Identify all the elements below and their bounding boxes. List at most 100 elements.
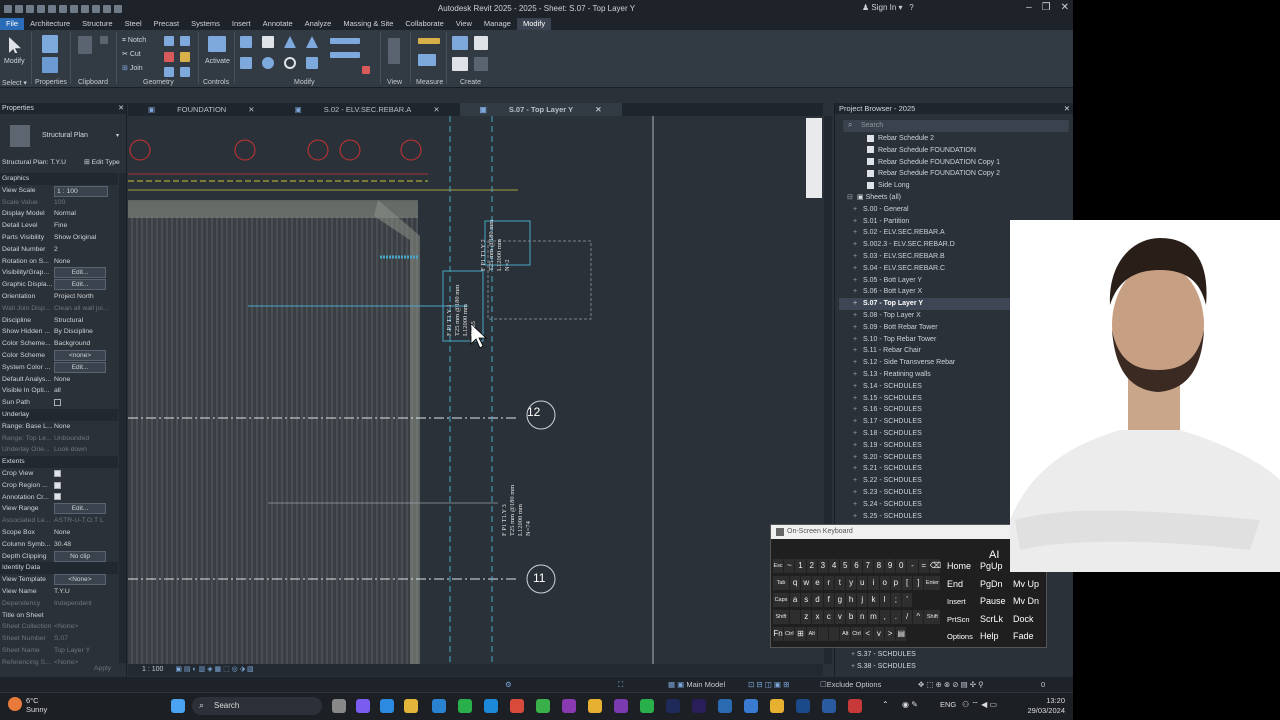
tab-precast[interactable]: Precast — [148, 18, 185, 30]
expand-icon[interactable]: + — [853, 216, 863, 228]
key[interactable]: PgUp — [980, 559, 1003, 574]
restore-icon[interactable]: ❐ — [1042, 2, 1051, 13]
key[interactable]: m — [868, 610, 879, 624]
key[interactable]: - — [907, 559, 918, 573]
property-row[interactable]: Display Model Normal — [0, 208, 118, 220]
view-control-icons[interactable]: ▣ ▤ ◐ ▥ ◈ ▦ ⬚ ◎ ⬗ ▧ — [165, 666, 253, 673]
mirror-axis-icon[interactable] — [284, 36, 296, 48]
key[interactable]: 4 — [829, 559, 840, 573]
key[interactable]: h — [846, 593, 857, 607]
browser-item[interactable]: + S.00 - General — [839, 204, 1067, 216]
taskbar-search[interactable]: Search — [192, 697, 322, 715]
key[interactable]: = — [918, 559, 929, 573]
browser-item[interactable]: Rebar Schedule FOUNDATION Copy 1 — [839, 157, 1067, 169]
property-checkbox[interactable] — [54, 492, 61, 504]
key[interactable]: l — [879, 593, 890, 607]
property-row[interactable]: Crop View — [0, 468, 118, 480]
copy-icon[interactable] — [100, 36, 108, 44]
property-row[interactable]: Show Hidden ... By Discipline — [0, 326, 118, 338]
key[interactable]: g — [834, 593, 845, 607]
sign-in-link[interactable]: ♟ Sign In ▾ ? — [862, 3, 914, 12]
create-similar-icon[interactable] — [452, 57, 468, 71]
minimize-icon[interactable]: – — [1026, 2, 1032, 13]
key[interactable]: z — [801, 610, 812, 624]
key[interactable]: / — [902, 610, 913, 624]
key[interactable] — [790, 610, 801, 624]
revit-icon-2[interactable] — [822, 699, 836, 713]
chevron-up-icon[interactable]: ⌃ — [882, 700, 889, 709]
tab-annotate[interactable]: Annotate — [257, 18, 299, 30]
expand-icon[interactable]: + — [853, 322, 863, 334]
geometry-tool-icon-2[interactable] — [164, 52, 174, 62]
property-row[interactable]: View Range Edit... — [0, 503, 118, 515]
view-tools-icon[interactable] — [388, 38, 400, 64]
onenote-icon[interactable] — [562, 699, 576, 713]
key[interactable]: Fade — [1013, 629, 1034, 644]
expand-icon[interactable]: + — [853, 334, 863, 346]
premiere-icon[interactable] — [666, 699, 680, 713]
expand-icon[interactable]: + — [853, 428, 863, 440]
key[interactable]: < — [862, 627, 873, 641]
rotate-icon[interactable] — [284, 57, 296, 69]
chrome-icon-2[interactable] — [770, 699, 784, 713]
trim-icon[interactable] — [306, 57, 318, 69]
measure-icon[interactable] — [418, 38, 440, 44]
key[interactable]: Help — [980, 629, 999, 644]
property-button[interactable]: Edit... — [54, 361, 106, 373]
key[interactable]: 5 — [840, 559, 851, 573]
properties-scrollbar[interactable] — [119, 173, 126, 663]
key[interactable]: v — [873, 627, 884, 641]
expand-icon[interactable]: + — [853, 263, 863, 275]
property-row[interactable]: Dependency Independent — [0, 598, 118, 610]
key[interactable]: Mv Up — [1013, 577, 1039, 592]
geometry-tool-icon-4[interactable] — [180, 36, 190, 46]
modify-cursor-icon[interactable] — [9, 37, 21, 53]
key[interactable]: 8 — [873, 559, 884, 573]
property-row[interactable]: Range: Top Le... Unbounded — [0, 433, 118, 445]
key[interactable]: 3 — [817, 559, 828, 573]
weather-widget[interactable]: 6°C Sunny — [26, 696, 47, 714]
key[interactable]: Enter — [924, 576, 941, 590]
key[interactable]: r — [823, 576, 834, 590]
key[interactable]: e — [812, 576, 823, 590]
tab-insert[interactable]: Insert — [226, 18, 257, 30]
cut-button[interactable]: ✂ Cut — [122, 50, 141, 58]
geometry-tool-icon-5[interactable] — [180, 52, 190, 62]
browser-item[interactable]: Side Long — [839, 180, 1067, 192]
group-select[interactable]: Select ▾ — [2, 79, 27, 87]
paste-icon[interactable] — [78, 36, 92, 54]
view-scale[interactable]: 1 : 100 — [128, 666, 163, 673]
key[interactable]: Tab — [773, 576, 789, 590]
property-row[interactable]: Range: Base L... None — [0, 421, 118, 433]
property-row[interactable]: Orientation Project North — [0, 291, 118, 303]
drawing-canvas[interactable]: 12 11 F P1 T1.Y 2 T25 mm @180 mm L12000 … — [128, 116, 823, 664]
dimension-icon[interactable] — [418, 54, 436, 66]
browser-item[interactable]: Rebar Schedule 2 — [839, 133, 1067, 145]
browser-item[interactable]: Rebar Schedule FOUNDATION Copy 2 — [839, 168, 1067, 180]
key[interactable]: PrtScn — [947, 612, 970, 627]
browser-item[interactable]: + S.38 - SCHDULES — [851, 663, 916, 670]
selection-filter-icons[interactable]: ✥ ⬚ ⊕ ⊗ ⊘ ▤ ✣ ⚲ — [918, 677, 984, 692]
collapse-icon[interactable]: ⊟ — [847, 192, 857, 204]
expand-icon[interactable]: + — [853, 345, 863, 357]
property-row[interactable]: Depth Clipping No clip — [0, 550, 118, 563]
weather-icon[interactable] — [8, 697, 22, 711]
app-icon-green[interactable] — [458, 699, 472, 713]
move-icon[interactable] — [240, 57, 252, 69]
key[interactable]: 7 — [862, 559, 873, 573]
close-icon[interactable]: ✕ — [583, 105, 611, 114]
property-row[interactable]: Underlay — [0, 409, 118, 421]
property-row[interactable]: Discipline Structural — [0, 315, 118, 327]
tab-massing-site[interactable]: Massing & Site — [337, 18, 399, 30]
key[interactable]: Pause — [980, 594, 1006, 609]
property-row[interactable]: Underlay Orie... Look down — [0, 444, 118, 456]
tab-modify[interactable]: Modify — [516, 18, 552, 30]
property-button[interactable]: No clip — [54, 550, 106, 562]
navigation-bar[interactable] — [806, 118, 822, 198]
expand-icon[interactable]: + — [853, 393, 863, 405]
tab-analyze[interactable]: Analyze — [299, 18, 338, 30]
key[interactable]: w — [801, 576, 812, 590]
expand-icon[interactable]: + — [853, 275, 863, 287]
view-tab[interactable]: ▣ FOUNDATION ✕ — [128, 103, 275, 116]
key[interactable]: p — [890, 576, 901, 590]
